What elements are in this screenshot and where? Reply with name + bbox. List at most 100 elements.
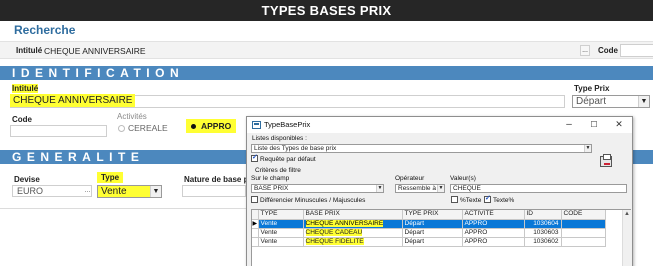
chevron-down-icon[interactable]: ▼ (376, 185, 383, 192)
search-code-input[interactable] (620, 44, 653, 57)
table-row[interactable]: Vente CHEQUE FIDELITE Départ APPRO 10306… (252, 237, 606, 247)
sur-champ-label: Sur le champ (251, 175, 290, 182)
valeurs-input[interactable]: CHEQUE (450, 184, 627, 193)
dialog-titlebar[interactable]: TypeBasePrix – ☐ ✕ (247, 117, 632, 133)
page-title: TYPES BASES PRIX (0, 0, 653, 21)
results-grid: TYPE BASE PRIX TYPE PRIX ACTIVITE ID COD… (251, 209, 631, 266)
dialog-title: TypeBasePrix (264, 120, 311, 129)
listes-value: Liste des Types de base prix (254, 145, 337, 152)
code-field[interactable] (10, 125, 107, 137)
listes-label: Listes disponibles : (252, 135, 307, 142)
cell-base-prix: CHEQUE FIDELITE (303, 237, 403, 247)
chevron-down-icon[interactable]: ▼ (584, 145, 591, 152)
column-header-id[interactable]: ID (524, 210, 562, 220)
recherche-heading: Recherche (14, 23, 76, 37)
search-intitule-label: Intitulé (16, 46, 43, 55)
cell-base-prix-text: CHEQUE ANNIVERSAIRE (305, 219, 384, 227)
results-table: TYPE BASE PRIX TYPE PRIX ACTIVITE ID COD… (252, 210, 606, 247)
requete-checkbox[interactable]: Requête par défaut (251, 153, 316, 163)
cell-type-prix: Départ (402, 219, 463, 229)
checkbox-unchecked-icon (251, 196, 258, 203)
search-row: Intitulé CHEQUE ANNIVERSAIRE ... Code (0, 41, 653, 59)
cell-type: Vente (258, 228, 304, 238)
column-header-type-prix[interactable]: TYPE PRIX (402, 210, 463, 220)
cell-code (561, 219, 606, 229)
chevron-down-icon[interactable]: ▼ (150, 186, 161, 197)
cell-base-prix-text: CHEQUE FIDELITE (305, 237, 364, 245)
search-code-label: Code (598, 46, 618, 55)
radio-cereale[interactable]: CEREALE (118, 123, 168, 133)
maximize-button[interactable]: ☐ (587, 118, 601, 131)
type-select[interactable]: Vente ▼ (97, 185, 162, 198)
criteres-label: Critères de filtre (255, 167, 301, 174)
cell-type-prix: Départ (402, 228, 463, 238)
column-header-code[interactable]: CODE (561, 210, 606, 220)
code-label: Code (12, 115, 32, 124)
cell-base-prix: CHEQUE ANNIVERSAIRE (303, 219, 403, 229)
table-row[interactable]: Vente CHEQUE CADEAU Départ APPRO 1030603 (252, 228, 606, 238)
texte-suffix-label: Texte% (493, 197, 515, 204)
texte-prefix-checkbox[interactable]: %Texte (451, 196, 481, 204)
cell-code (561, 237, 606, 247)
valeurs-label: Valeur(s) (450, 175, 476, 182)
texte-prefix-label: %Texte (460, 197, 482, 204)
checkbox-unchecked-icon (451, 196, 458, 203)
radio-cereale-label: CEREALE (128, 123, 168, 133)
operateur-select[interactable]: Ressemble à ▼ (395, 184, 445, 193)
requete-label: Requête par défaut (260, 156, 316, 163)
radio-appro[interactable]: APPRO (186, 119, 236, 133)
devise-ellipsis-button[interactable]: ... (83, 187, 92, 195)
scroll-up-icon[interactable]: ▲ (623, 210, 631, 218)
cell-type: Vente (258, 237, 304, 247)
cell-base-prix-text: CHEQUE CADEAU (305, 228, 363, 236)
differencier-checkbox[interactable]: Différencier Minuscules / Majuscules (251, 196, 365, 204)
devise-field[interactable]: EURO (12, 185, 92, 197)
checkbox-checked-icon (484, 194, 491, 203)
cell-activite: APPRO (462, 237, 525, 247)
intitule-label: Intitulé (12, 84, 39, 93)
table-row[interactable]: ▶ Vente CHEQUE ANNIVERSAIRE Départ APPRO… (252, 219, 606, 229)
search-ellipsis-button[interactable]: ... (580, 45, 590, 56)
sur-champ-select[interactable]: BASE PRIX ▼ (251, 184, 384, 193)
vertical-scrollbar[interactable]: ▲ (622, 210, 631, 266)
cell-type-prix: Départ (402, 237, 463, 247)
chevron-down-icon[interactable]: ▼ (638, 96, 649, 107)
type-prix-select[interactable]: Départ ▼ (572, 95, 650, 108)
close-button[interactable]: ✕ (612, 118, 626, 131)
operateur-label: Opérateur (395, 175, 425, 182)
radio-circle-icon (118, 125, 125, 132)
search-intitule-input[interactable]: CHEQUE ANNIVERSAIRE (44, 46, 146, 56)
checkbox-checked-icon (251, 153, 258, 162)
app-window-icon (252, 121, 261, 129)
radio-selected-icon (191, 124, 196, 129)
operateur-value: Ressemble à (398, 185, 436, 192)
print-icon[interactable] (600, 154, 612, 167)
differencier-label: Différencier Minuscules / Majuscules (260, 197, 366, 204)
chevron-down-icon[interactable]: ▼ (437, 185, 444, 192)
section-identification: IDENTIFICATION (0, 66, 653, 80)
column-header-type[interactable]: TYPE (258, 210, 304, 220)
table-header-row: TYPE BASE PRIX TYPE PRIX ACTIVITE ID COD… (252, 210, 606, 220)
divider (0, 208, 250, 209)
typebaseprix-dialog: TypeBasePrix – ☐ ✕ Listes disponibles : … (246, 116, 633, 266)
cell-base-prix: CHEQUE CADEAU (303, 228, 403, 238)
type-prix-label: Type Prix (574, 84, 610, 93)
cell-activite: APPRO (462, 219, 525, 229)
type-value: Vente (101, 186, 127, 197)
column-header-activite[interactable]: ACTIVITE (462, 210, 525, 220)
minimize-button[interactable]: – (562, 118, 576, 131)
radio-appro-label: APPRO (201, 121, 232, 131)
cell-id: 1030603 (524, 228, 562, 238)
intitule-value[interactable]: CHEQUE ANNIVERSAIRE (10, 94, 136, 107)
texte-suffix-checkbox[interactable]: Texte% (484, 194, 515, 204)
nature-base-prix-field[interactable] (182, 185, 246, 197)
cell-id: 1030602 (524, 237, 562, 247)
cell-code (561, 228, 606, 238)
type-label: Type (97, 172, 124, 183)
devise-label: Devise (14, 175, 40, 184)
cell-type: Vente (258, 219, 304, 229)
column-header-base-prix[interactable]: BASE PRIX (303, 210, 403, 220)
listes-select[interactable]: Liste des Types de base prix ▼ (251, 144, 592, 153)
cell-activite: APPRO (462, 228, 525, 238)
sur-champ-value: BASE PRIX (254, 185, 289, 192)
